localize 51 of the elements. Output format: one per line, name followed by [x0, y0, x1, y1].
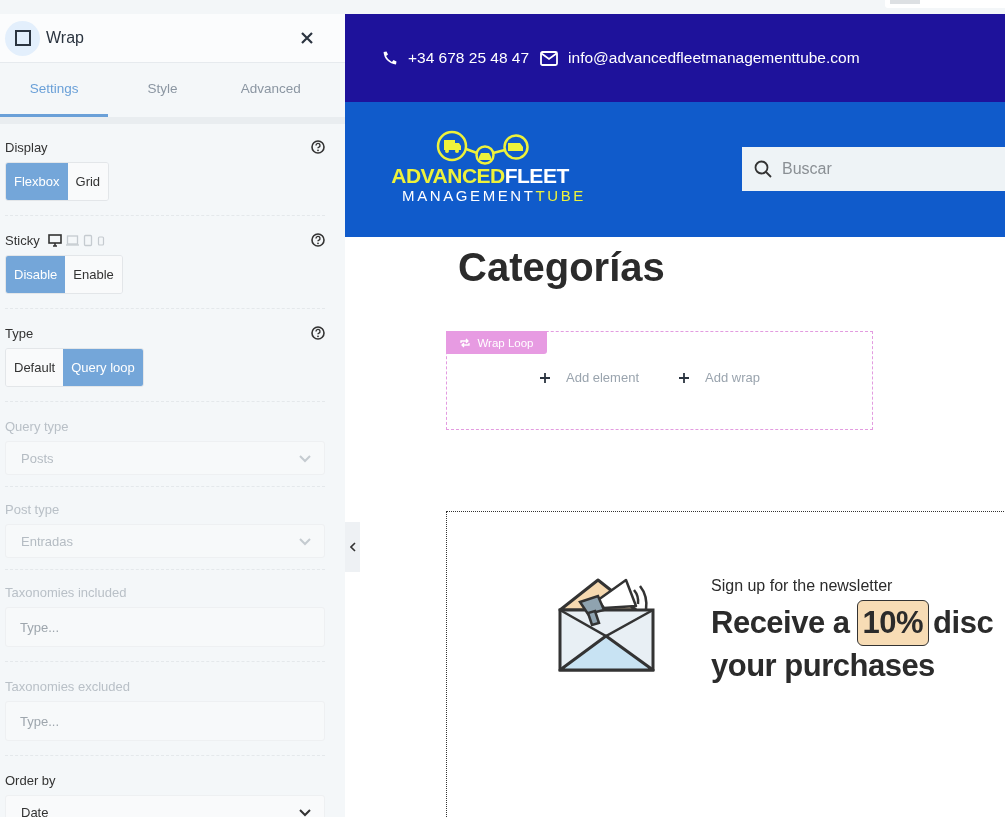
- field-label: Order by: [5, 772, 56, 788]
- plus-icon: [540, 372, 550, 383]
- panel-tab[interactable]: Advanced: [216, 63, 325, 117]
- logo-word: MANAGEMENT: [402, 187, 536, 204]
- discount-badge: 10%: [856, 600, 930, 646]
- loop-icon: [459, 336, 472, 349]
- phone-number: +34 678 25 48 47: [408, 49, 530, 67]
- newsletter-headline: disc: [933, 604, 994, 642]
- envelope-megaphone-icon: [558, 576, 655, 673]
- mail-icon: [540, 50, 559, 66]
- option-button[interactable]: Disable: [6, 256, 66, 293]
- field-label: Query type: [5, 418, 69, 434]
- help-icon[interactable]: [311, 140, 325, 154]
- help-icon[interactable]: [311, 233, 325, 247]
- newsletter-headline: your purchases: [711, 647, 936, 685]
- newsletter-eyebrow: Sign up for the newsletter: [711, 576, 894, 596]
- field-label: Display: [5, 139, 48, 155]
- desktop-icon[interactable]: [47, 233, 62, 247]
- field-label: Taxonomies excluded: [5, 678, 131, 694]
- add-button[interactable]: Add wrap: [679, 370, 760, 385]
- logo-word: FLEET: [504, 164, 569, 187]
- chevron-down-icon: [298, 807, 312, 817]
- phone-icon: [382, 50, 398, 66]
- wrap-loop-label: Wrap Loop: [477, 336, 534, 349]
- field-label: Taxonomies included: [5, 584, 127, 600]
- help-icon[interactable]: [311, 326, 325, 340]
- logo-word: TUBE: [535, 187, 586, 204]
- field-label: Type: [5, 325, 34, 341]
- option-button[interactable]: Query loop: [63, 349, 143, 386]
- logo-word: ADVANCED: [391, 164, 505, 187]
- search-icon: [754, 160, 772, 178]
- select-field[interactable]: Date: [5, 795, 325, 817]
- collapse-handle[interactable]: [345, 522, 360, 572]
- email-address: info@advancedfleetmanagementtube.com: [568, 49, 860, 67]
- add-button[interactable]: Add element: [540, 370, 639, 385]
- option-button[interactable]: Flexbox: [6, 163, 68, 200]
- panel-title: Wrap: [46, 29, 85, 47]
- search-field[interactable]: Buscar: [742, 147, 1005, 191]
- chevron-down-icon: [298, 536, 312, 546]
- panel-tab[interactable]: Style: [108, 63, 217, 117]
- option-button[interactable]: Enable: [65, 256, 122, 293]
- close-button[interactable]: [300, 31, 314, 45]
- option-button[interactable]: Grid: [67, 163, 109, 200]
- option-button[interactable]: Default: [6, 349, 64, 386]
- newsletter-headline: Receive a: [711, 604, 850, 642]
- plus-icon: [679, 372, 689, 383]
- wrap-element-icon: [5, 20, 40, 56]
- page-heading: Categorías: [458, 244, 666, 291]
- field-label: Sticky: [5, 232, 40, 248]
- field-label: Post type: [5, 501, 60, 517]
- chevron-down-icon: [298, 453, 312, 463]
